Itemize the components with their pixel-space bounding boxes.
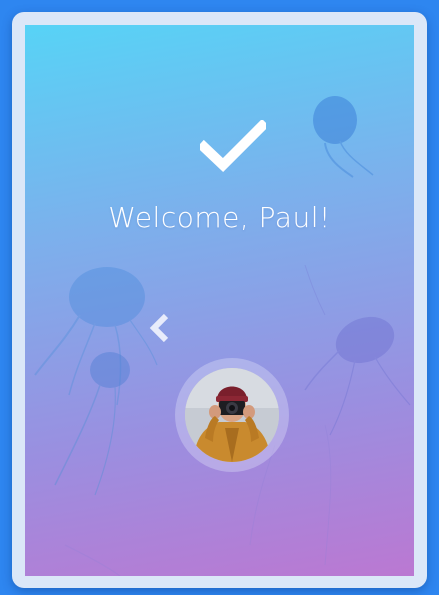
- checkmark-icon: [196, 118, 270, 172]
- app-card-frame: Welcome, Paul!: [12, 12, 427, 588]
- avatar[interactable]: [185, 368, 279, 462]
- welcome-screen: Welcome, Paul!: [25, 25, 414, 576]
- chevron-left-icon: [149, 313, 169, 343]
- welcome-message: Welcome, Paul!: [108, 201, 331, 234]
- previous-button[interactable]: [147, 313, 173, 343]
- jellyfish-background: [34, 96, 411, 576]
- avatar-ring: [175, 358, 289, 472]
- user-avatar-photo: [185, 368, 279, 462]
